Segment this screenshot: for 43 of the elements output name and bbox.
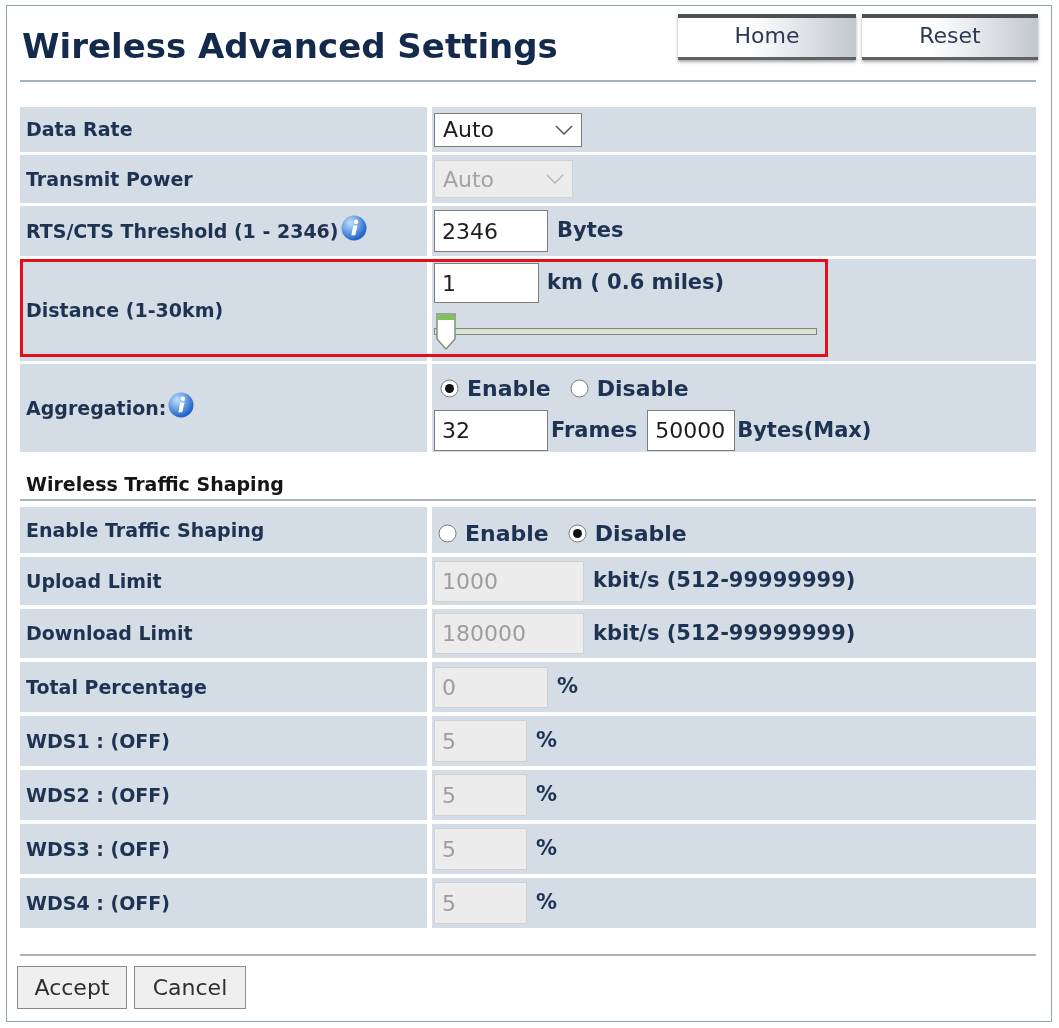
setting-label: Total Percentage [26, 674, 207, 700]
unit-label: km ( 0.6 miles) [547, 269, 725, 296]
setting-label: WDS4 : (OFF) [26, 890, 170, 916]
setting-label: WDS3 : (OFF) [26, 836, 170, 862]
setting-label: WDS1 : (OFF) [26, 728, 170, 754]
unit-label: kbit/s (512-99999999) [593, 619, 856, 647]
radio-option[interactable]: Enable [440, 372, 551, 405]
radio-option[interactable]: Disable [567, 516, 687, 550]
unit-label: % [536, 727, 558, 755]
unit-label: Frames [551, 416, 638, 444]
dropdown[interactable]: Auto [434, 112, 582, 147]
text-input[interactable]: 32 [434, 410, 548, 451]
chevron-down-icon [546, 174, 564, 184]
nav-button[interactable]: Home [678, 14, 856, 60]
setting-label: Transmit Power [26, 166, 193, 192]
unit-label: kbit/s (512-99999999) [593, 567, 856, 595]
setting-label: WDS2 : (OFF) [26, 782, 170, 808]
unit-label: % [557, 673, 579, 701]
text-input[interactable]: 2346 [434, 210, 548, 252]
unit-label: Bytes(Max) [737, 416, 872, 444]
unit-label: % [536, 781, 558, 809]
setting-label: Enable Traffic Shaping [26, 517, 265, 543]
form-button[interactable]: Accept [17, 966, 127, 1009]
nav-button[interactable]: Reset [862, 14, 1038, 60]
unit-label: Bytes [557, 217, 624, 245]
radio-option[interactable]: Disable [569, 372, 689, 405]
radio-option[interactable]: Enable [438, 516, 549, 550]
setting-label: Distance (1-30km) [26, 297, 224, 323]
setting-label: Download Limit [26, 621, 193, 647]
text-input[interactable]: 1 [434, 263, 539, 303]
page-title: Wireless Advanced Settings [22, 25, 558, 66]
unit-label: % [536, 835, 558, 863]
setting-label: RTS/CTS Threshold (1 - 2346) [26, 218, 339, 244]
text-input[interactable]: 50000 [647, 410, 736, 451]
slider-track[interactable] [434, 313, 817, 350]
slider-thumb[interactable] [436, 313, 456, 350]
chevron-down-icon [555, 124, 573, 135]
unit-label: % [536, 889, 558, 917]
section-heading: Wireless Traffic Shaping [26, 471, 284, 497]
setting-label: Aggregation: [26, 395, 167, 421]
setting-label: Upload Limit [26, 568, 162, 594]
form-button[interactable]: Cancel [134, 966, 246, 1009]
setting-label: Data Rate [26, 117, 133, 143]
